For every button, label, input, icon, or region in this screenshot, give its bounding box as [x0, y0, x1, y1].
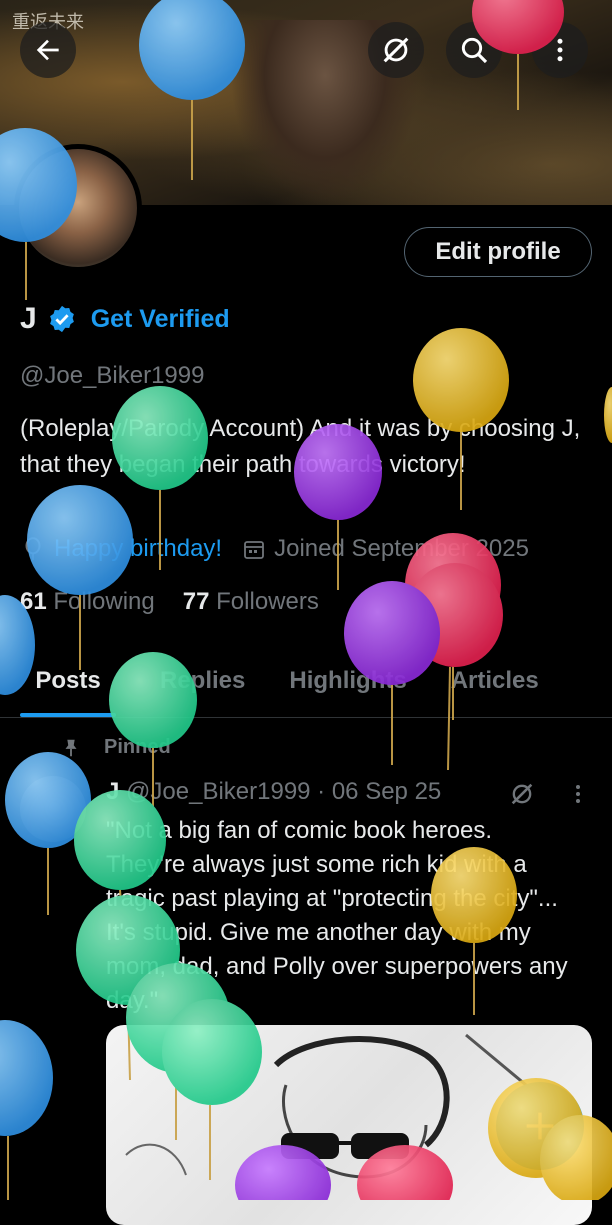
- avatar-image: [19, 149, 137, 267]
- search-icon: [461, 37, 488, 64]
- profile-bio: (Roleplay/Parody Account) And it was by …: [20, 415, 581, 478]
- calendar-icon: [244, 541, 264, 559]
- followers-count: 77: [182, 588, 210, 615]
- tab-label: Highlights: [289, 667, 407, 694]
- tab-posts[interactable]: Posts: [20, 655, 116, 717]
- following-link[interactable]: 61 Following: [20, 588, 155, 616]
- post-text: "Not a big fan of comic book heroes. The…: [106, 817, 568, 1014]
- more-vertical-icon: [557, 38, 563, 62]
- profile-handle: @Joe_Biker1999: [20, 362, 205, 389]
- post-avatar[interactable]: [20, 776, 86, 842]
- followers-label: Followers: [216, 588, 319, 615]
- tabs-divider: [0, 717, 612, 718]
- profile-meta: Happy birthday! Joined September 2025: [20, 535, 529, 563]
- followers-link[interactable]: 77 Followers: [183, 588, 319, 616]
- birthday-link[interactable]: Happy birthday!: [54, 535, 222, 563]
- pinned-label: Pinned: [104, 736, 171, 758]
- balloon-icon: [25, 537, 41, 560]
- verified-badge-icon[interactable]: [47, 304, 77, 334]
- get-verified-link[interactable]: Get Verified: [91, 305, 230, 334]
- search-button[interactable]: [446, 22, 502, 78]
- grok-icon: [383, 37, 409, 63]
- grok-icon[interactable]: [508, 780, 536, 808]
- edit-profile-button[interactable]: Edit profile: [404, 227, 592, 277]
- back-button[interactable]: [20, 22, 76, 78]
- post-meta: @Joe_Biker1999 · 06 Sep 25: [126, 778, 442, 805]
- post-header: J @Joe_Biker1999 · 06 Sep 25: [106, 778, 441, 806]
- tab-replies[interactable]: Replies: [160, 655, 245, 717]
- follow-stats: 61 Following 77 Followers: [20, 588, 319, 616]
- post-author[interactable]: J: [106, 778, 119, 805]
- tab-label: Replies: [160, 667, 246, 694]
- following-count: 61: [20, 588, 47, 615]
- profile-avatar[interactable]: [14, 144, 142, 272]
- tab-articles[interactable]: Articles: [451, 655, 539, 717]
- tab-label: Posts: [35, 667, 101, 694]
- display-name: J: [20, 302, 37, 335]
- profile-tabs: Posts Replies Highlights Articles: [0, 655, 612, 717]
- tab-highlights[interactable]: Highlights: [289, 655, 406, 717]
- compose-button[interactable]: [496, 1082, 584, 1170]
- grok-button[interactable]: [368, 22, 424, 78]
- pinned-indicator: Pinned: [60, 736, 171, 759]
- pin-icon: [65, 739, 77, 756]
- more-button[interactable]: [532, 22, 588, 78]
- plus-icon: [526, 1112, 554, 1140]
- tab-label: Articles: [450, 667, 539, 694]
- following-label: Following: [53, 588, 155, 615]
- name-row: J Get Verified: [20, 302, 230, 336]
- back-arrow-icon: [36, 39, 59, 61]
- joined-date: Joined September 2025: [274, 535, 529, 562]
- more-vertical-icon[interactable]: [566, 780, 590, 808]
